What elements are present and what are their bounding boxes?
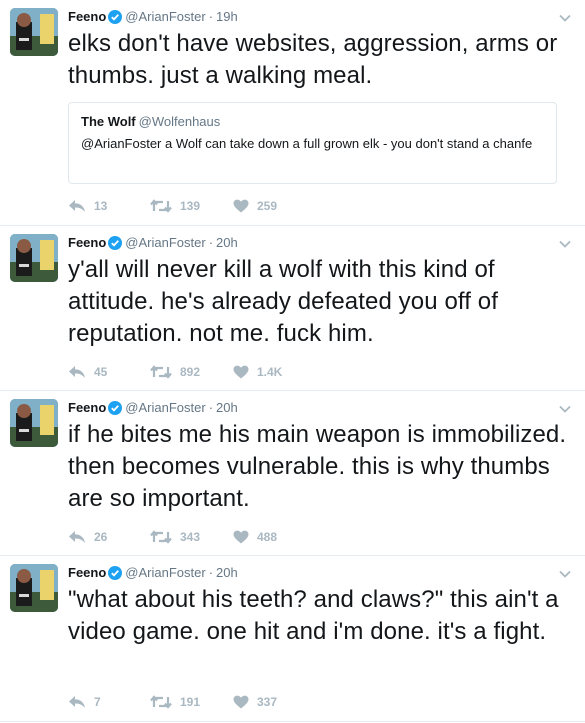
retweet-button[interactable]: 343 <box>150 527 200 547</box>
retweet-button[interactable]: 191 <box>150 692 200 712</box>
tweet-text: elks don't have websites, aggression, ar… <box>68 30 558 89</box>
username[interactable]: @ArianFoster <box>125 400 205 415</box>
verified-badge-icon <box>108 566 123 580</box>
display-name[interactable]: Feeno <box>68 400 106 415</box>
reply-icon <box>69 531 85 543</box>
username[interactable]: @ArianFoster <box>125 235 205 250</box>
avatar-image-icon <box>10 234 58 282</box>
tweet-header: Feeno @ArianFoster · 19h <box>68 8 571 26</box>
reply-button[interactable]: 7 <box>68 692 101 712</box>
retweet-icon <box>150 695 172 709</box>
chevron-down-icon[interactable] <box>559 570 571 578</box>
like-count: 488 <box>257 530 278 544</box>
like-button[interactable]: 259 <box>233 196 277 216</box>
avatar[interactable] <box>10 399 58 447</box>
retweet-count: 139 <box>180 199 201 213</box>
username[interactable]: @ArianFoster <box>125 9 205 24</box>
quoted-display-name: The Wolf <box>81 114 136 129</box>
timestamp[interactable]: 20h <box>216 565 238 580</box>
retweet-icon <box>150 530 172 544</box>
reply-button[interactable]: 26 <box>68 527 107 547</box>
heart-icon <box>233 530 249 544</box>
like-count: 1.4K <box>257 365 283 379</box>
quoted-tweet-text: @ArianFoster a Wolf can take down a full… <box>81 136 533 151</box>
timestamp[interactable]: 20h <box>216 235 238 250</box>
retweet-icon <box>150 199 172 213</box>
chevron-down-icon[interactable] <box>559 14 571 22</box>
chevron-down-icon[interactable] <box>559 240 571 248</box>
like-button[interactable]: 1.4K <box>233 362 282 382</box>
avatar[interactable] <box>10 8 58 56</box>
like-count: 337 <box>257 695 278 709</box>
username[interactable]: @ArianFoster <box>125 565 205 580</box>
tweet-header: Feeno @ArianFoster · 20h <box>68 234 571 252</box>
tweet[interactable]: Feeno @ArianFoster · 20h if he bites me his… <box>0 391 585 556</box>
reply-count: 13 <box>94 199 108 213</box>
tweet-text: if he bites me his main weapon is immobi… <box>68 421 567 512</box>
retweet-icon <box>150 365 172 379</box>
display-name[interactable]: Feeno <box>68 235 106 250</box>
like-button[interactable]: 337 <box>233 692 277 712</box>
reply-count: 45 <box>94 365 108 379</box>
timestamp[interactable]: 20h <box>216 400 238 415</box>
quoted-username: @Wolfenhaus <box>138 114 221 129</box>
heart-icon <box>233 365 249 379</box>
reply-icon <box>69 200 85 212</box>
retweet-count: 343 <box>180 530 201 544</box>
timestamp[interactable]: 19h <box>216 9 238 24</box>
avatar[interactable] <box>10 564 58 612</box>
retweet-count: 892 <box>180 365 201 379</box>
verified-badge-icon <box>108 10 123 24</box>
avatar-image-icon <box>10 399 58 447</box>
verified-badge-icon <box>108 236 123 250</box>
avatar-image-icon <box>10 564 58 612</box>
display-name[interactable]: Feeno <box>68 9 106 24</box>
tweet-text: y'all will never kill a wolf with this k… <box>68 256 498 347</box>
reply-icon <box>69 366 85 378</box>
tweet-text: "what about his teeth? and claws?" this … <box>68 586 559 645</box>
tweet-timeline: Feeno @ArianFoster · 19h elks don't have we… <box>0 0 585 722</box>
tweet-header: Feeno @ArianFoster · 20h <box>68 564 571 582</box>
reply-count: 7 <box>94 695 101 709</box>
reply-count: 26 <box>94 530 108 544</box>
quoted-tweet[interactable]: The Wolf @Wolfenhaus @ArianFoster a Wolf … <box>68 102 557 184</box>
like-button[interactable]: 488 <box>233 527 277 547</box>
reply-button[interactable]: 13 <box>68 196 107 216</box>
retweet-button[interactable]: 892 <box>150 362 200 382</box>
avatar-image-icon <box>10 8 58 56</box>
tweet[interactable]: Feeno @ArianFoster · 20h y'all will never k… <box>0 226 585 391</box>
heart-icon <box>233 695 249 709</box>
display-name[interactable]: Feeno <box>68 565 106 580</box>
tweet[interactable]: Feeno @ArianFoster · 19h elks don't have we… <box>0 0 585 226</box>
retweet-count: 191 <box>180 695 201 709</box>
like-count: 259 <box>257 199 278 213</box>
avatar[interactable] <box>10 234 58 282</box>
reply-button[interactable]: 45 <box>68 362 107 382</box>
heart-icon <box>233 199 249 213</box>
retweet-button[interactable]: 139 <box>150 196 200 216</box>
reply-icon <box>69 696 85 708</box>
verified-badge-icon <box>108 401 123 415</box>
tweet-header: Feeno @ArianFoster · 20h <box>68 399 571 417</box>
tweet[interactable]: Feeno @ArianFoster · 20h "what about his te… <box>0 556 585 722</box>
chevron-down-icon[interactable] <box>559 405 571 413</box>
